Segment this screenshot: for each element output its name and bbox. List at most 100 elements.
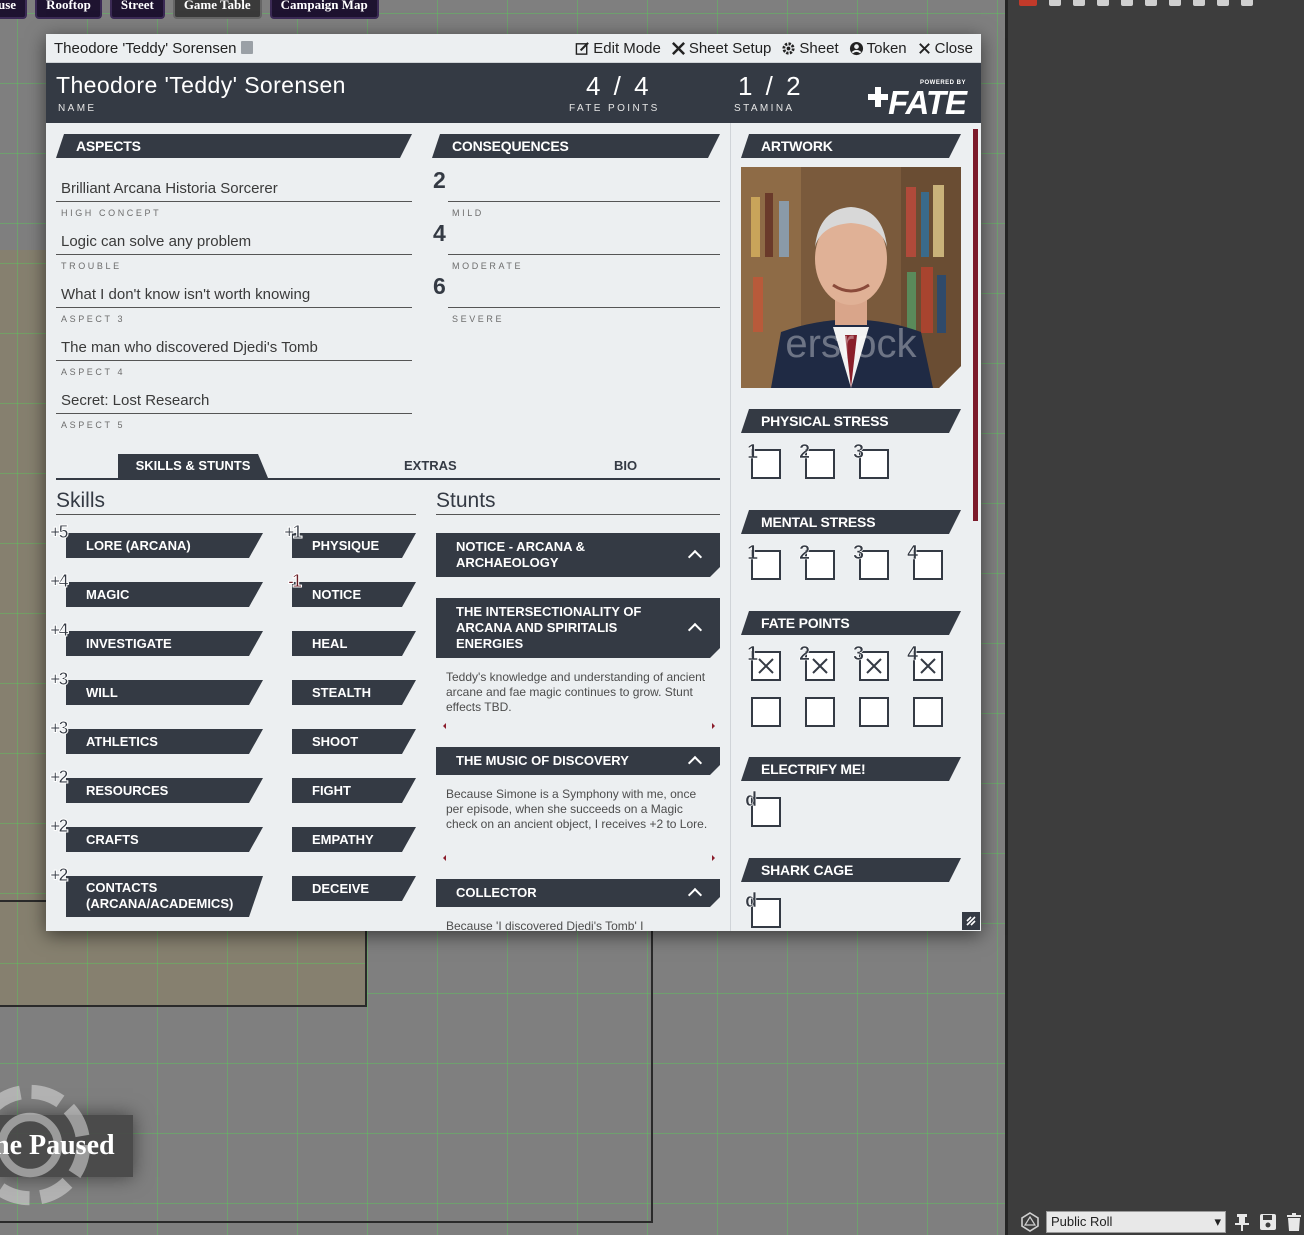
stunt-text-scroll[interactable] — [440, 855, 718, 861]
skill-heal[interactable]: HEAL — [292, 631, 416, 656]
edit-icon — [575, 41, 590, 55]
fate-point-extra-box[interactable] — [805, 697, 835, 727]
shark-cage-banner: SHARK CAGE — [741, 858, 961, 882]
stunt-collector[interactable]: COLLECTOR — [436, 879, 720, 907]
tab-bio[interactable]: BIO — [614, 454, 637, 478]
dice-icon[interactable] — [1020, 1211, 1040, 1232]
stunt-description[interactable]: Teddy's knowledge and understanding of a… — [446, 670, 712, 715]
skill-deceive[interactable]: DECEIVE — [292, 876, 416, 901]
aspect-5-value[interactable]: Secret: Lost Research — [61, 392, 209, 409]
roll-visibility-value: Public Roll — [1051, 1214, 1113, 1229]
chevron-up-icon[interactable] — [688, 888, 702, 902]
resize-icon — [966, 916, 976, 926]
stress-box-number: 1 — [747, 441, 759, 464]
user-circle-icon — [849, 41, 863, 55]
skill-resources[interactable]: RESOURCES — [66, 778, 263, 803]
close-button[interactable]: Close — [917, 40, 973, 57]
skill-crafts[interactable]: CRAFTS — [66, 827, 263, 852]
page-tab-1[interactable]: use — [0, 0, 28, 19]
resize-handle[interactable] — [962, 912, 980, 930]
chevron-up-icon[interactable] — [688, 623, 702, 637]
notes-icon[interactable] — [240, 40, 253, 54]
aspect-trouble-value[interactable]: Logic can solve any problem — [61, 233, 251, 250]
checked-x-icon — [866, 658, 882, 674]
tab-skills-stunts[interactable]: SKILLS & STUNTS — [118, 454, 268, 478]
page-tab-street[interactable]: Street — [109, 0, 165, 19]
pin-icon[interactable] — [1232, 1212, 1252, 1232]
stunt-text-scroll[interactable] — [440, 723, 718, 729]
skill-physique[interactable]: PHYSIQUE — [292, 533, 416, 558]
skill-athletics[interactable]: ATHLETICS — [66, 729, 263, 754]
sidebar-tab[interactable] — [1193, 0, 1205, 6]
aspect-trouble-label: TROUBLE — [61, 261, 122, 271]
token-button[interactable]: Token — [849, 40, 907, 57]
aspect-3-label: ASPECT 3 — [61, 314, 126, 324]
page-tab-game-table[interactable]: Game Table — [172, 0, 262, 19]
tab-extras[interactable]: EXTRAS — [404, 454, 457, 478]
stunt-notice-arcana[interactable]: NOTICE - ARCANA & ARCHAEOLOGY — [436, 533, 720, 577]
sidebar-tab[interactable] — [1241, 0, 1253, 6]
sidebar-tab[interactable] — [1169, 0, 1181, 6]
skill-notice[interactable]: NOTICE — [292, 582, 416, 607]
stunt-intersectionality[interactable]: THE INTERSECTIONALITY OF ARCANA AND SPIR… — [436, 598, 720, 658]
fate-points-value[interactable]: 4 / 4 — [586, 71, 652, 102]
stamina-label: STAMINA — [734, 103, 795, 114]
sidebar-tab[interactable] — [1097, 0, 1109, 6]
aspect-3-value[interactable]: What I don't know isn't worth knowing — [61, 286, 310, 303]
window-titlebar[interactable]: Theodore 'Teddy' Sorensen Edit Mode Shee… — [46, 34, 981, 63]
sidebar-tab[interactable] — [1145, 0, 1157, 6]
skill-investigate[interactable]: INVESTIGATE — [66, 631, 263, 656]
sidebar-tab[interactable] — [1121, 0, 1133, 6]
stunt-description[interactable]: Because Simone is a Symphony with me, on… — [446, 787, 712, 832]
edit-mode-button[interactable]: Edit Mode — [575, 40, 661, 57]
character-name[interactable]: Theodore 'Teddy' Sorensen — [56, 72, 346, 99]
close-icon — [918, 42, 930, 54]
window-title: Theodore 'Teddy' Sorensen — [54, 40, 565, 57]
sheet-scrollbar[interactable] — [973, 129, 978, 521]
sidebar-tab[interactable] — [1019, 0, 1037, 6]
sheet-right-column: ARTWORK ersrock PHYSICAL STRESS 1 2 3 ME… — [730, 123, 981, 931]
paused-label: ne Paused — [0, 1130, 115, 1161]
fate-point-extra-box[interactable] — [913, 697, 943, 727]
stunt-name: COLLECTOR — [456, 885, 537, 900]
sidebar-tab[interactable] — [1049, 0, 1061, 6]
stunt-music-of-discovery[interactable]: THE MUSIC OF DISCOVERY — [436, 747, 720, 775]
sheet-button[interactable]: Sheet — [781, 40, 839, 57]
character-portrait[interactable]: ersrock — [741, 167, 961, 388]
fate-points-label: FATE POINTS — [569, 103, 660, 114]
sheet-setup-button[interactable]: Sheet Setup — [671, 40, 771, 57]
skill-stealth[interactable]: STEALTH — [292, 680, 416, 705]
aspect-4-value[interactable]: The man who discovered Djedi's Tomb — [61, 339, 318, 356]
page-tab-campaign-map[interactable]: Campaign Map — [269, 0, 379, 19]
skill-will[interactable]: WILL — [66, 680, 263, 705]
electrify-banner: ELECTRIFY ME! — [741, 757, 961, 781]
skill-lore-arcana[interactable]: LORE (ARCANA) — [66, 533, 263, 558]
stamina-value[interactable]: 1 / 2 — [738, 71, 804, 102]
skill-fight[interactable]: FIGHT — [292, 778, 416, 803]
skill-rank: +4 — [50, 620, 69, 641]
sidebar-tab[interactable] — [1073, 0, 1085, 6]
stunt-name: THE MUSIC OF DISCOVERY — [456, 753, 629, 768]
roll-visibility-select[interactable]: Public Roll ▾ — [1046, 1210, 1226, 1233]
chevron-up-icon[interactable] — [688, 756, 702, 770]
skill-rank: +1 — [284, 522, 303, 543]
skill-magic[interactable]: MAGIC — [66, 582, 263, 607]
aspect-underline — [56, 201, 412, 202]
trash-icon[interactable] — [1284, 1212, 1304, 1232]
stress-box-number: 3 — [853, 542, 865, 565]
aspects-banner: ASPECTS — [56, 134, 412, 158]
fate-point-extra-box[interactable] — [859, 697, 889, 727]
sheet-body: ASPECTS Brilliant Arcana Historia Sorcer… — [46, 123, 981, 931]
chevron-up-icon[interactable] — [688, 550, 702, 564]
stress-box-number: 2 — [799, 643, 811, 666]
sidebar-tab-row — [1013, 0, 1303, 8]
fate-point-extra-box[interactable] — [751, 697, 781, 727]
sidebar-tab[interactable] — [1217, 0, 1229, 6]
page-tab-rooftop[interactable]: Rooftop — [35, 0, 102, 19]
skill-empathy[interactable]: EMPATHY — [292, 827, 416, 852]
stunt-description[interactable]: Because 'I discovered Djedi's Tomb' I — [446, 919, 712, 931]
skill-shoot[interactable]: SHOOT — [292, 729, 416, 754]
aspect-high-concept-value[interactable]: Brilliant Arcana Historia Sorcerer — [61, 180, 278, 197]
skill-contacts[interactable]: CONTACTS (ARCANA/ACADEMICS) — [66, 876, 263, 917]
save-icon[interactable] — [1258, 1212, 1278, 1232]
